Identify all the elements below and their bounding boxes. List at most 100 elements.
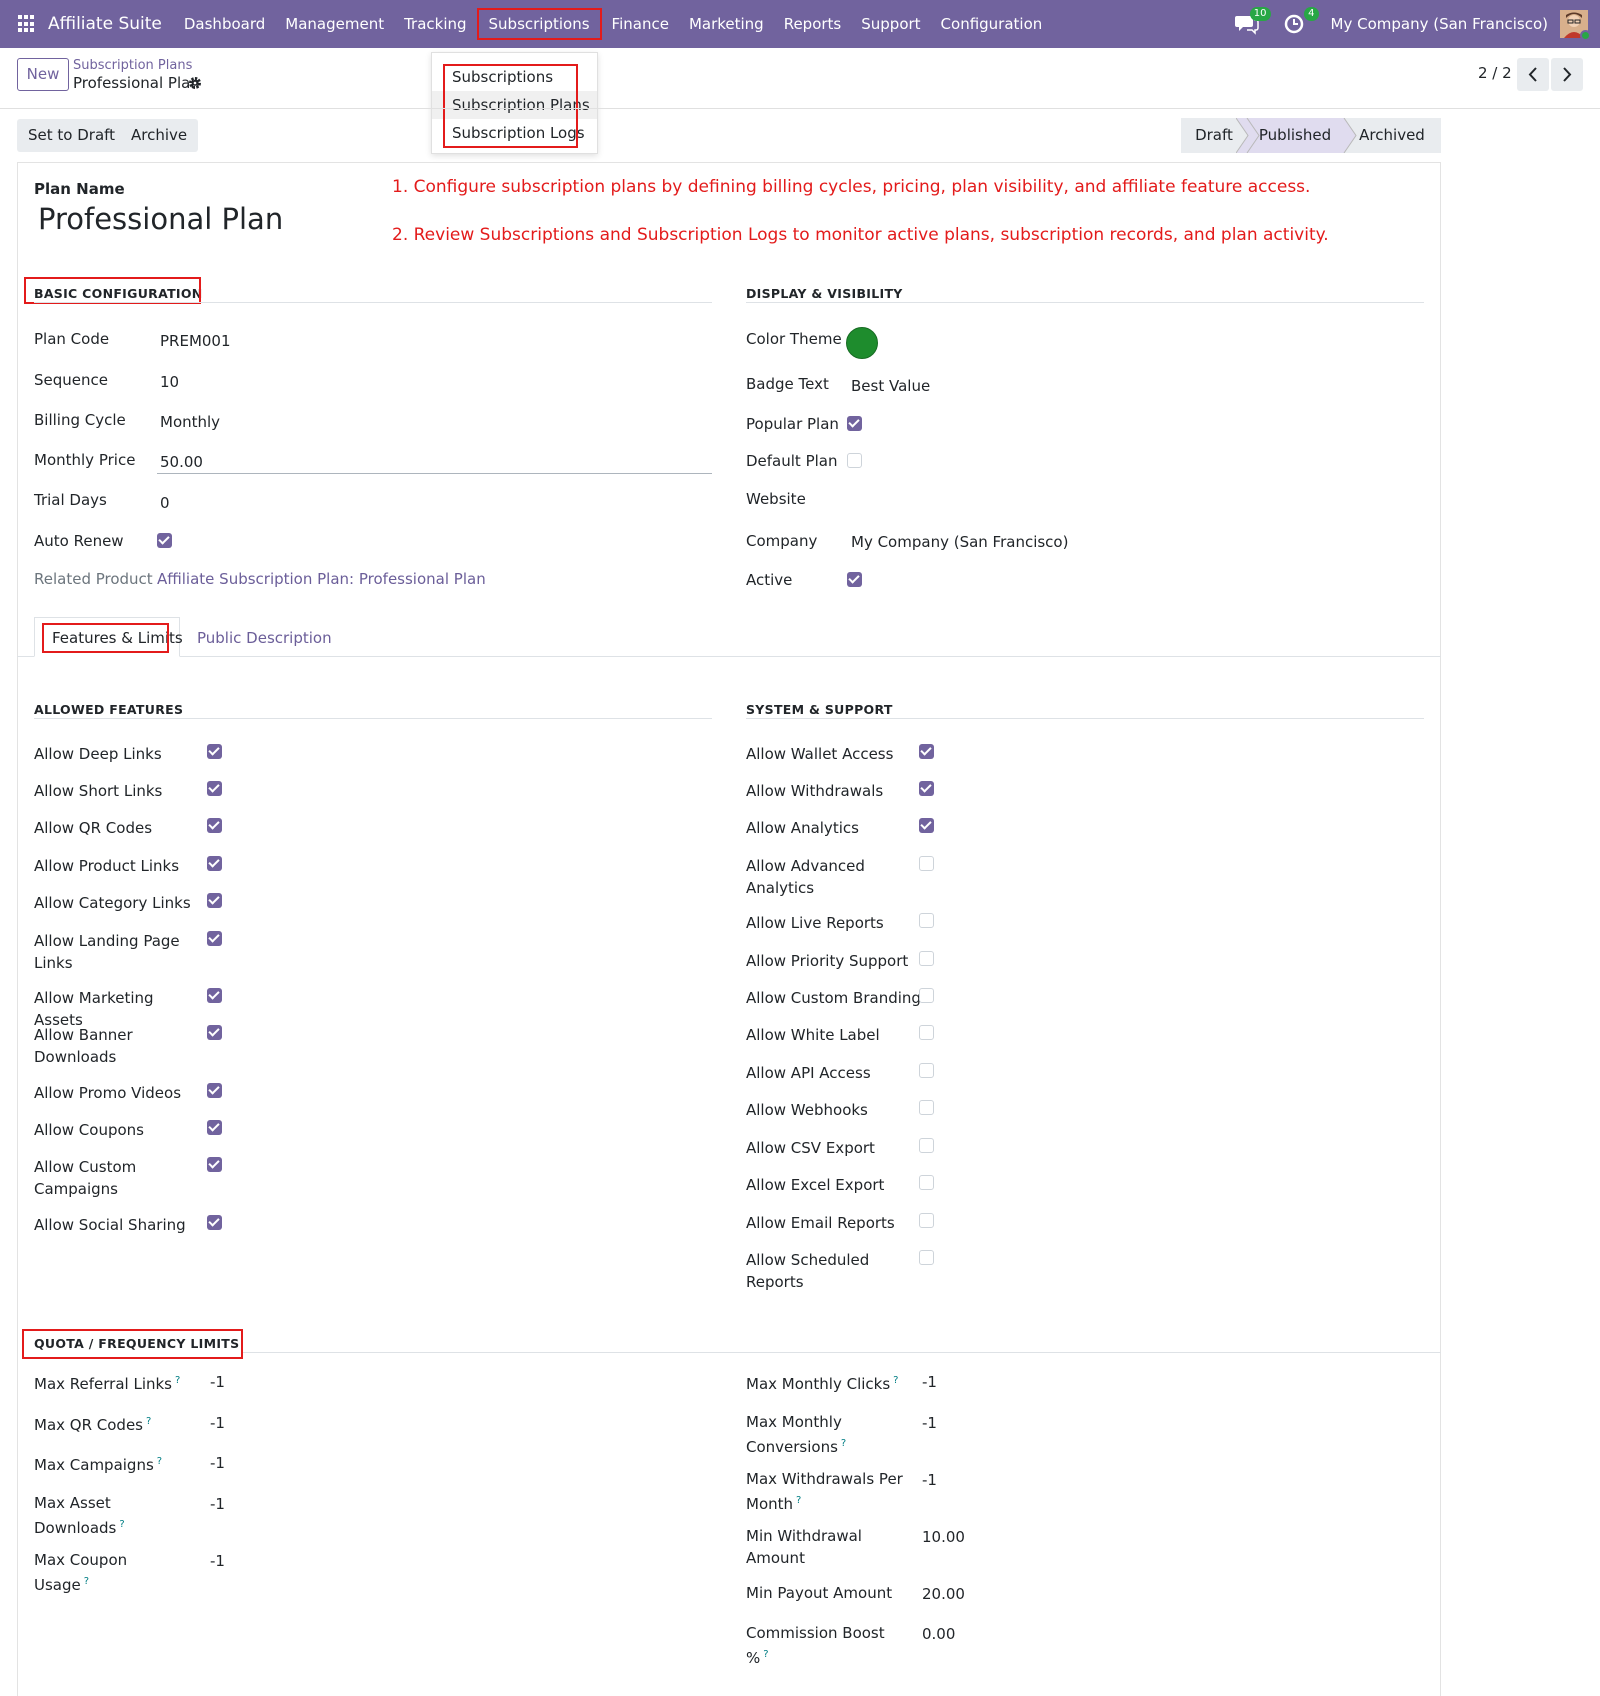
user-avatar[interactable] bbox=[1560, 10, 1591, 41]
allow-deep-links-checkbox[interactable] bbox=[207, 744, 222, 759]
activities-clock-icon[interactable]: 4 bbox=[1283, 7, 1319, 35]
chevron-right-icon bbox=[1563, 67, 1572, 82]
max-withdrawals-per-month-label: Max Withdrawals Per Month? bbox=[746, 1468, 906, 1515]
sequence-field[interactable]: 10 bbox=[160, 373, 179, 391]
help-tooltip-icon[interactable]: ? bbox=[763, 1649, 768, 1660]
help-tooltip-icon[interactable]: ? bbox=[119, 1519, 124, 1530]
menu-configuration[interactable]: Configuration bbox=[931, 8, 1053, 40]
menu-finance[interactable]: Finance bbox=[602, 8, 679, 40]
commission-boost-field[interactable]: 0.00 bbox=[922, 1625, 955, 1643]
menu-tracking[interactable]: Tracking bbox=[394, 8, 476, 40]
max-coupon-usage-field[interactable]: -1 bbox=[210, 1552, 225, 1570]
active-checkbox[interactable] bbox=[847, 572, 862, 587]
company-switcher[interactable]: My Company (San Francisco) bbox=[1331, 15, 1548, 33]
allow-coupons-checkbox[interactable] bbox=[207, 1120, 222, 1135]
badge-text-field[interactable]: Best Value bbox=[851, 377, 930, 395]
plan-name-field[interactable]: Professional Plan bbox=[38, 202, 283, 236]
menu-subscriptions[interactable]: Subscriptions bbox=[476, 8, 602, 40]
min-withdrawal-amount-field[interactable]: 10.00 bbox=[922, 1528, 965, 1546]
color-theme-swatch[interactable] bbox=[846, 327, 878, 359]
allow-category-links-checkbox[interactable] bbox=[207, 893, 222, 908]
allow-excel-export-checkbox[interactable] bbox=[919, 1175, 934, 1190]
min-payout-amount-field[interactable]: 20.00 bbox=[922, 1585, 965, 1603]
max-asset-downloads-label: Max Asset Downloads? bbox=[34, 1492, 184, 1539]
max-monthly-conversions-field[interactable]: -1 bbox=[922, 1414, 937, 1432]
app-brand[interactable]: Affiliate Suite bbox=[48, 14, 162, 34]
plan-code-field[interactable]: PREM001 bbox=[160, 332, 231, 350]
activities-badge: 4 bbox=[1304, 7, 1319, 21]
annotation-1: 1. Configure subscription plans by defin… bbox=[392, 177, 1311, 197]
allow-banner-downloads-checkbox[interactable] bbox=[207, 1025, 222, 1040]
allow-marketing-assets-checkbox[interactable] bbox=[207, 988, 222, 1003]
allow-short-links-checkbox[interactable] bbox=[207, 781, 222, 796]
menu-management[interactable]: Management bbox=[275, 8, 394, 40]
company-field[interactable]: My Company (San Francisco) bbox=[851, 533, 1068, 551]
help-tooltip-icon[interactable]: ? bbox=[796, 1495, 801, 1506]
max-qr-codes-field[interactable]: -1 bbox=[210, 1414, 225, 1432]
max-referral-links-field[interactable]: -1 bbox=[210, 1373, 225, 1391]
max-referral-links-label: Max Referral Links? bbox=[34, 1370, 184, 1395]
allow-withdrawals-checkbox[interactable] bbox=[919, 781, 934, 796]
allow-category-links-label: Allow Category Links bbox=[34, 894, 191, 912]
allow-analytics-checkbox[interactable] bbox=[919, 818, 934, 833]
max-monthly-clicks-field[interactable]: -1 bbox=[922, 1373, 937, 1391]
allow-priority-support-checkbox[interactable] bbox=[919, 951, 934, 966]
help-tooltip-icon[interactable]: ? bbox=[841, 1438, 846, 1449]
allow-webhooks-checkbox[interactable] bbox=[919, 1100, 934, 1115]
allow-api-access-checkbox[interactable] bbox=[919, 1063, 934, 1078]
allow-advanced-analytics-checkbox[interactable] bbox=[919, 856, 934, 871]
set-to-draft-button[interactable]: Set to Draft bbox=[17, 119, 127, 152]
menu-dashboard[interactable]: Dashboard bbox=[174, 8, 275, 40]
max-campaigns-field[interactable]: -1 bbox=[210, 1454, 225, 1472]
new-button[interactable]: New bbox=[17, 58, 69, 91]
menu-marketing[interactable]: Marketing bbox=[679, 8, 774, 40]
allow-social-sharing-checkbox[interactable] bbox=[207, 1215, 222, 1230]
allow-wallet-access-checkbox[interactable] bbox=[919, 744, 934, 759]
menu-reports[interactable]: Reports bbox=[774, 8, 852, 40]
billing-cycle-select[interactable]: Monthly bbox=[160, 413, 220, 431]
tab-public-description[interactable]: Public Description bbox=[197, 629, 332, 647]
max-withdrawals-per-month-field[interactable]: -1 bbox=[922, 1471, 937, 1489]
allow-white-label-checkbox[interactable] bbox=[919, 1025, 934, 1040]
help-tooltip-icon[interactable]: ? bbox=[84, 1576, 89, 1587]
allow-custom-branding-checkbox[interactable] bbox=[919, 988, 934, 1003]
allow-landing-page-links-checkbox[interactable] bbox=[207, 931, 222, 946]
help-tooltip-icon[interactable]: ? bbox=[146, 1416, 151, 1427]
help-tooltip-icon[interactable]: ? bbox=[893, 1375, 898, 1386]
pager-previous-button[interactable] bbox=[1517, 58, 1549, 91]
allow-custom-campaigns-label: Allow Custom Campaigns bbox=[34, 1158, 137, 1198]
commission-boost-label-text: Commission Boost % bbox=[746, 1624, 885, 1667]
monthly-price-field[interactable]: 50.00 bbox=[160, 453, 203, 471]
messages-icon[interactable]: 10 bbox=[1234, 7, 1271, 35]
allow-csv-export-checkbox[interactable] bbox=[919, 1138, 934, 1153]
allow-live-reports-checkbox[interactable] bbox=[919, 913, 934, 928]
help-tooltip-icon[interactable]: ? bbox=[157, 1456, 162, 1467]
trial-days-field[interactable]: 0 bbox=[160, 494, 170, 512]
auto-renew-checkbox[interactable] bbox=[157, 533, 172, 548]
allow-email-reports-label: Allow Email Reports bbox=[746, 1214, 895, 1232]
pager-next-button[interactable] bbox=[1551, 58, 1583, 91]
max-monthly-clicks-label: Max Monthly Clicks? bbox=[746, 1370, 906, 1395]
help-tooltip-icon[interactable]: ? bbox=[175, 1375, 180, 1386]
allow-product-links-checkbox[interactable] bbox=[207, 856, 222, 871]
allow-promo-videos-checkbox[interactable] bbox=[207, 1083, 222, 1098]
archive-button[interactable]: Archive bbox=[120, 119, 199, 152]
website-label: Website bbox=[746, 490, 806, 508]
default-plan-checkbox[interactable] bbox=[847, 453, 862, 468]
gear-icon[interactable] bbox=[188, 76, 202, 94]
menu-support[interactable]: Support bbox=[851, 8, 930, 40]
related-product-link[interactable]: Affiliate Subscription Plan: Professiona… bbox=[157, 570, 486, 588]
popular-plan-checkbox[interactable] bbox=[847, 416, 862, 431]
allow-custom-campaigns-checkbox[interactable] bbox=[207, 1157, 222, 1172]
allow-email-reports-checkbox[interactable] bbox=[919, 1213, 934, 1228]
pager-value[interactable]: 2 / 2 bbox=[1478, 64, 1512, 82]
apps-grid-icon[interactable] bbox=[18, 15, 36, 33]
allow-scheduled-reports-checkbox[interactable] bbox=[919, 1250, 934, 1265]
max-asset-downloads-field[interactable]: -1 bbox=[210, 1495, 225, 1513]
allow-qr-codes-checkbox[interactable] bbox=[207, 818, 222, 833]
allow-csv-export-label: Allow CSV Export bbox=[746, 1139, 875, 1157]
online-status-dot bbox=[1580, 30, 1591, 41]
stage-published[interactable]: Published bbox=[1247, 118, 1343, 153]
breadcrumb-parent[interactable]: Subscription Plans bbox=[73, 58, 192, 73]
divider bbox=[746, 302, 1424, 303]
